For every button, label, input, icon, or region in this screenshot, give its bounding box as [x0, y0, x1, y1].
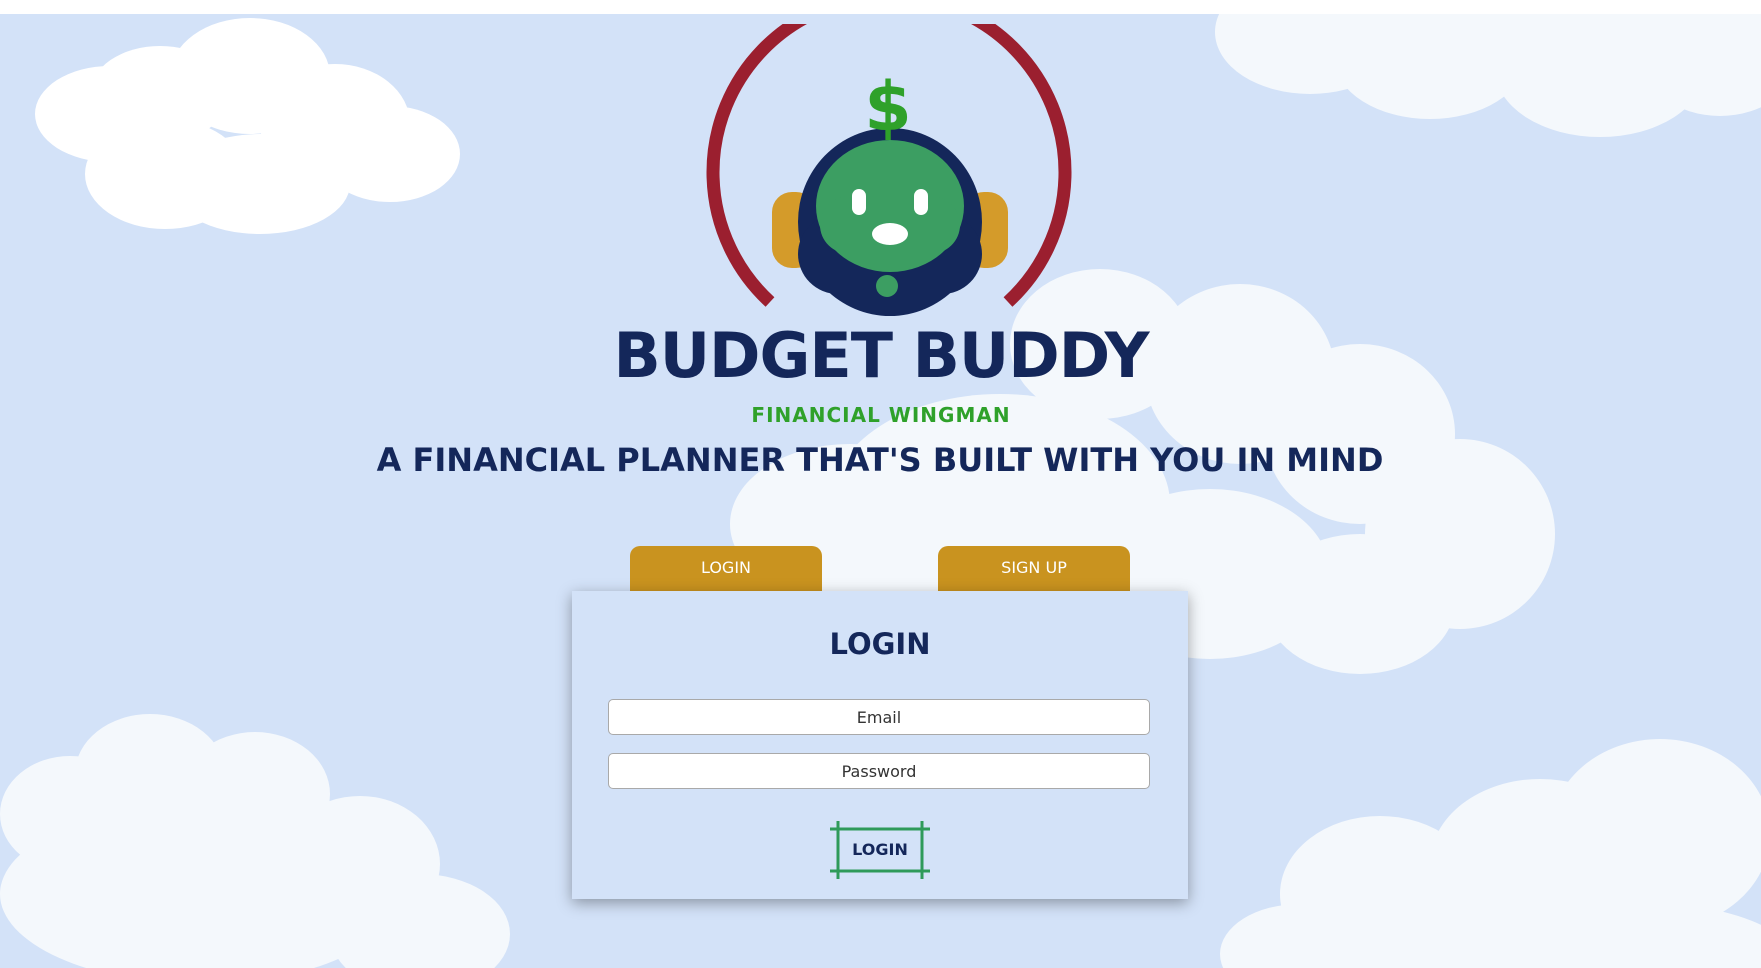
login-form-title: LOGIN	[829, 627, 931, 661]
login-submit-button[interactable]: LOGIN	[830, 821, 930, 879]
password-field[interactable]	[608, 753, 1150, 789]
tagline: A FINANCIAL PLANNER THAT'S BUILT WITH YO…	[376, 441, 1384, 479]
brand-subtitle: FINANCIAL WINGMAN	[751, 403, 1011, 427]
login-submit-label: LOGIN	[852, 840, 908, 859]
tab-sign-up[interactable]: SIGN UP	[938, 546, 1130, 592]
brand-title: BUDGET BUDDY	[613, 319, 1149, 392]
robot-dollar-logo-icon: $	[706, 24, 1072, 316]
login-card: LOGIN LOGIN	[572, 591, 1188, 899]
page-background: $ BUDGET BUDDY FINANCIAL WINGMAN A FINAN…	[0, 14, 1761, 968]
tab-login[interactable]: LOGIN	[630, 546, 822, 592]
svg-text:$: $	[864, 68, 911, 147]
email-field[interactable]	[608, 699, 1150, 735]
